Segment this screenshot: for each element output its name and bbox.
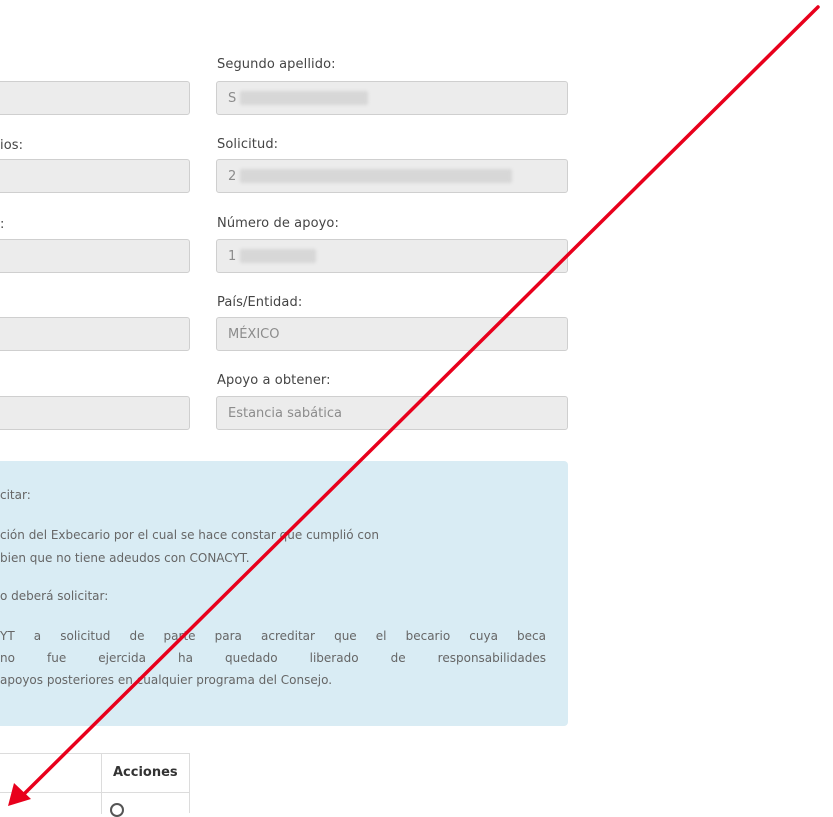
annotation-arrowhead [8,783,31,806]
annotation-arrow-line [18,5,820,800]
annotation-arrow [8,5,820,806]
